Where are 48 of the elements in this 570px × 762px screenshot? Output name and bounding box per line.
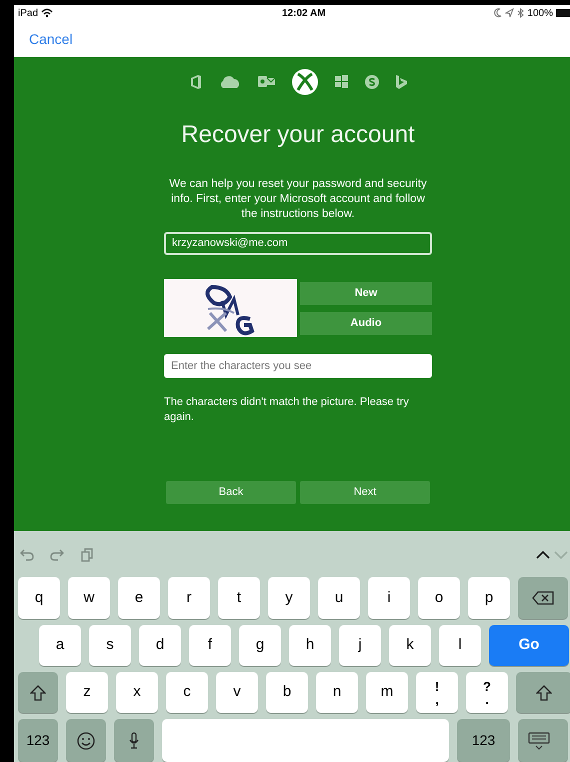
keyboard-key[interactable]: i	[368, 577, 410, 619]
keyboard-key[interactable]: o	[418, 577, 460, 619]
numbers-key[interactable]: 123	[18, 719, 58, 762]
status-time: 12:02 AM	[282, 6, 326, 21]
keyboard-key[interactable]: z	[66, 672, 108, 713]
keyboard-key[interactable]: t	[218, 577, 260, 619]
key-label: ?	[483, 680, 491, 692]
keyboard-key[interactable]: f	[189, 625, 231, 666]
page-title: Recover your account	[181, 120, 415, 150]
keyboard-key[interactable]: d	[139, 625, 181, 666]
key-label: .	[485, 692, 489, 706]
keyboard-key[interactable]: g	[239, 625, 281, 666]
keyboard-key[interactable]: x	[116, 672, 158, 713]
nav-button[interactable]: Back	[166, 480, 296, 504]
keyboard-key[interactable]: w	[68, 577, 110, 619]
captcha-button[interactable]: Audio	[300, 312, 432, 335]
keyboard-key[interactable]: ! ,	[416, 672, 458, 713]
account-field[interactable]: krzyzanowski@me.com	[164, 232, 432, 255]
keyboard-key[interactable]: h	[289, 625, 331, 666]
go-key[interactable]: Go	[489, 625, 569, 666]
device-name: iPad	[18, 6, 38, 21]
keyboard-key[interactable]: a	[39, 625, 81, 666]
keyboard-key[interactable]: s	[89, 625, 131, 666]
captcha-button[interactable]: New	[300, 282, 432, 305]
key-label: ,	[435, 692, 439, 706]
keyboard-key[interactable]: n	[316, 672, 358, 713]
keyboard-key[interactable]: m	[366, 672, 408, 713]
keyboard-key[interactable]: ? .	[466, 672, 508, 713]
keyboard-key[interactable]: b	[266, 672, 308, 713]
keyboard-key[interactable]: r	[168, 577, 210, 619]
keyboard-key[interactable]: e	[118, 577, 160, 619]
keyboard-key[interactable]: u	[318, 577, 360, 619]
error-message: The characters didn't match the picture. Please try again.	[164, 394, 410, 425]
key-label: !	[434, 680, 440, 692]
keyboard-key[interactable]: q	[18, 577, 60, 619]
keyboard-key[interactable]: c	[166, 672, 208, 713]
keyboard-key[interactable]: k	[389, 625, 431, 666]
characters-field[interactable]: Enter the characters you see	[164, 354, 432, 378]
keyboard-key[interactable]: v	[216, 672, 258, 713]
nav-button[interactable]: Next	[300, 480, 430, 504]
numbers-key[interactable]: 123	[457, 719, 510, 762]
keyboard-key[interactable]: p	[468, 577, 510, 619]
keyboard-key[interactable]: j	[339, 625, 381, 666]
intro-text: We can help you reset your password and security info. First, enter your Microsoft account and follow the instructions below.	[168, 176, 428, 222]
battery-percentage: 100%	[527, 6, 553, 21]
cancel-button[interactable]: Cancel	[29, 28, 73, 50]
keyboard-key[interactable]: l	[439, 625, 481, 666]
keyboard-key[interactable]: y	[268, 577, 310, 619]
